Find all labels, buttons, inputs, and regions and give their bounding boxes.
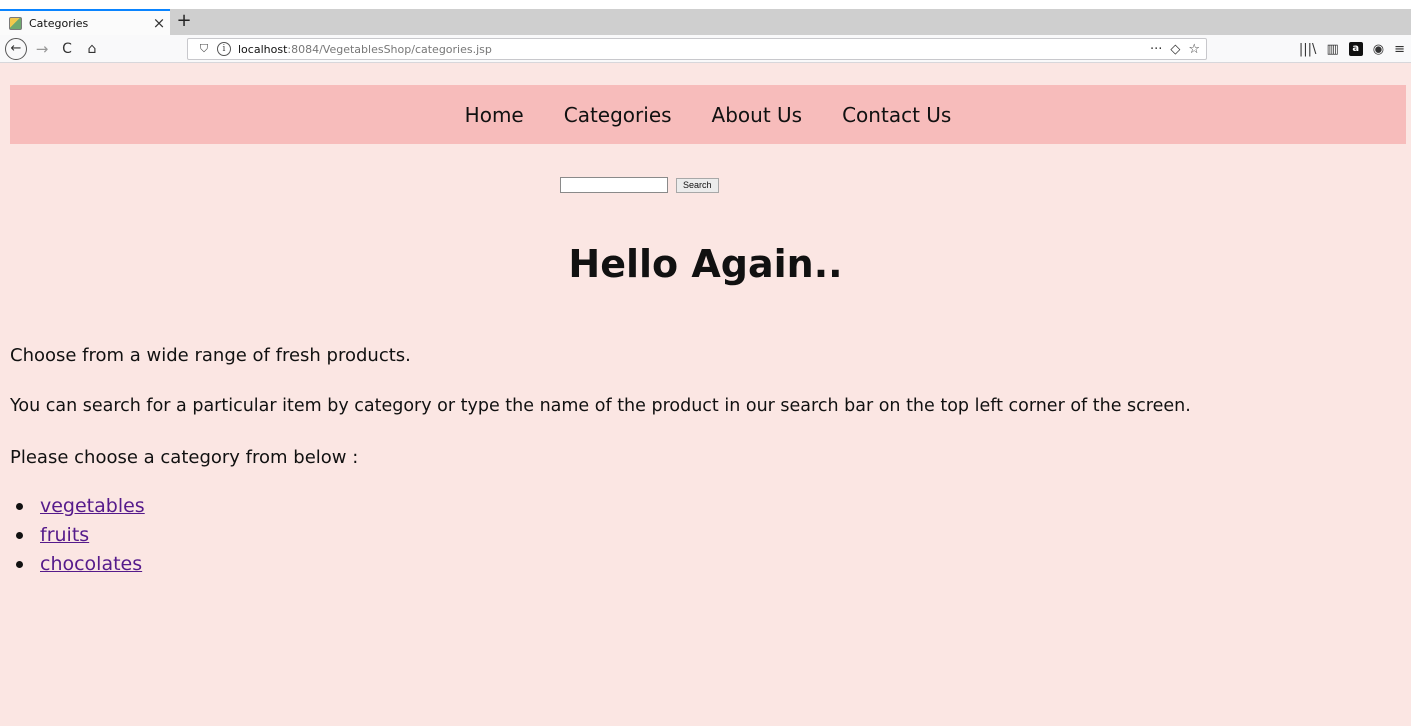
- home-button[interactable]: ⌂: [81, 38, 103, 60]
- sidebar-icon[interactable]: ▥: [1326, 42, 1338, 57]
- category-link-vegetables[interactable]: vegetables: [40, 495, 145, 517]
- page-content: Home Categories About Us Contact Us Sear…: [0, 64, 1411, 726]
- nav-link-contact-us[interactable]: Contact Us: [842, 103, 951, 127]
- nav-link-about-us[interactable]: About Us: [712, 103, 803, 127]
- list-item: chocolates: [16, 550, 145, 579]
- browser-navigation-bar: ← → C ⌂ ⛉ i localhost:8084/VegetablesSho…: [0, 35, 1411, 63]
- tab-bar: Categories × +: [0, 9, 1411, 35]
- search-form: Search: [560, 177, 719, 193]
- amazon-extension-icon[interactable]: a: [1348, 42, 1363, 56]
- tab-close-icon[interactable]: ×: [148, 14, 170, 32]
- tab-categories[interactable]: Categories ×: [0, 9, 170, 35]
- new-tab-button[interactable]: +: [173, 9, 195, 35]
- page-actions-icon[interactable]: ···: [1150, 42, 1162, 57]
- site-info-icon[interactable]: i: [217, 42, 231, 56]
- url-path: :8084/VegetablesShop/categories.jsp: [287, 42, 492, 56]
- pocket-icon[interactable]: ◇: [1170, 42, 1180, 57]
- back-button[interactable]: ←: [5, 38, 27, 60]
- forward-button[interactable]: →: [31, 38, 53, 60]
- reload-button[interactable]: C: [56, 38, 78, 60]
- tab-favicon-icon: [9, 16, 22, 30]
- menu-icon[interactable]: ≡: [1394, 42, 1405, 57]
- tab-title: Categories: [29, 16, 89, 30]
- library-icon[interactable]: |||\: [1299, 42, 1317, 57]
- category-link-fruits[interactable]: fruits: [40, 524, 89, 546]
- list-item: vegetables: [16, 492, 145, 521]
- nav-link-categories[interactable]: Categories: [564, 103, 672, 127]
- url-host: localhost: [238, 42, 288, 56]
- window-top-strip: [0, 0, 1411, 9]
- address-bar[interactable]: ⛉ i localhost:8084/VegetablesShop/catego…: [187, 38, 1207, 60]
- search-button[interactable]: Search: [676, 177, 719, 193]
- page-heading: Hello Again..: [568, 242, 843, 286]
- nav-link-home[interactable]: Home: [465, 103, 524, 127]
- category-link-chocolates[interactable]: chocolates: [40, 553, 142, 575]
- list-item: fruits: [16, 521, 145, 550]
- choose-category-paragraph: Please choose a category from below :: [10, 447, 359, 468]
- tracking-shield-icon[interactable]: ⛉: [194, 42, 214, 56]
- category-list: vegetables fruits chocolates: [16, 492, 145, 579]
- bookmark-star-icon[interactable]: ☆: [1188, 42, 1200, 57]
- search-hint-paragraph: You can search for a particular item by …: [10, 396, 1191, 416]
- search-input[interactable]: [560, 177, 668, 193]
- intro-paragraph: Choose from a wide range of fresh produc…: [10, 345, 411, 366]
- site-navigation: Home Categories About Us Contact Us: [10, 85, 1406, 144]
- account-icon[interactable]: ◉: [1373, 42, 1384, 57]
